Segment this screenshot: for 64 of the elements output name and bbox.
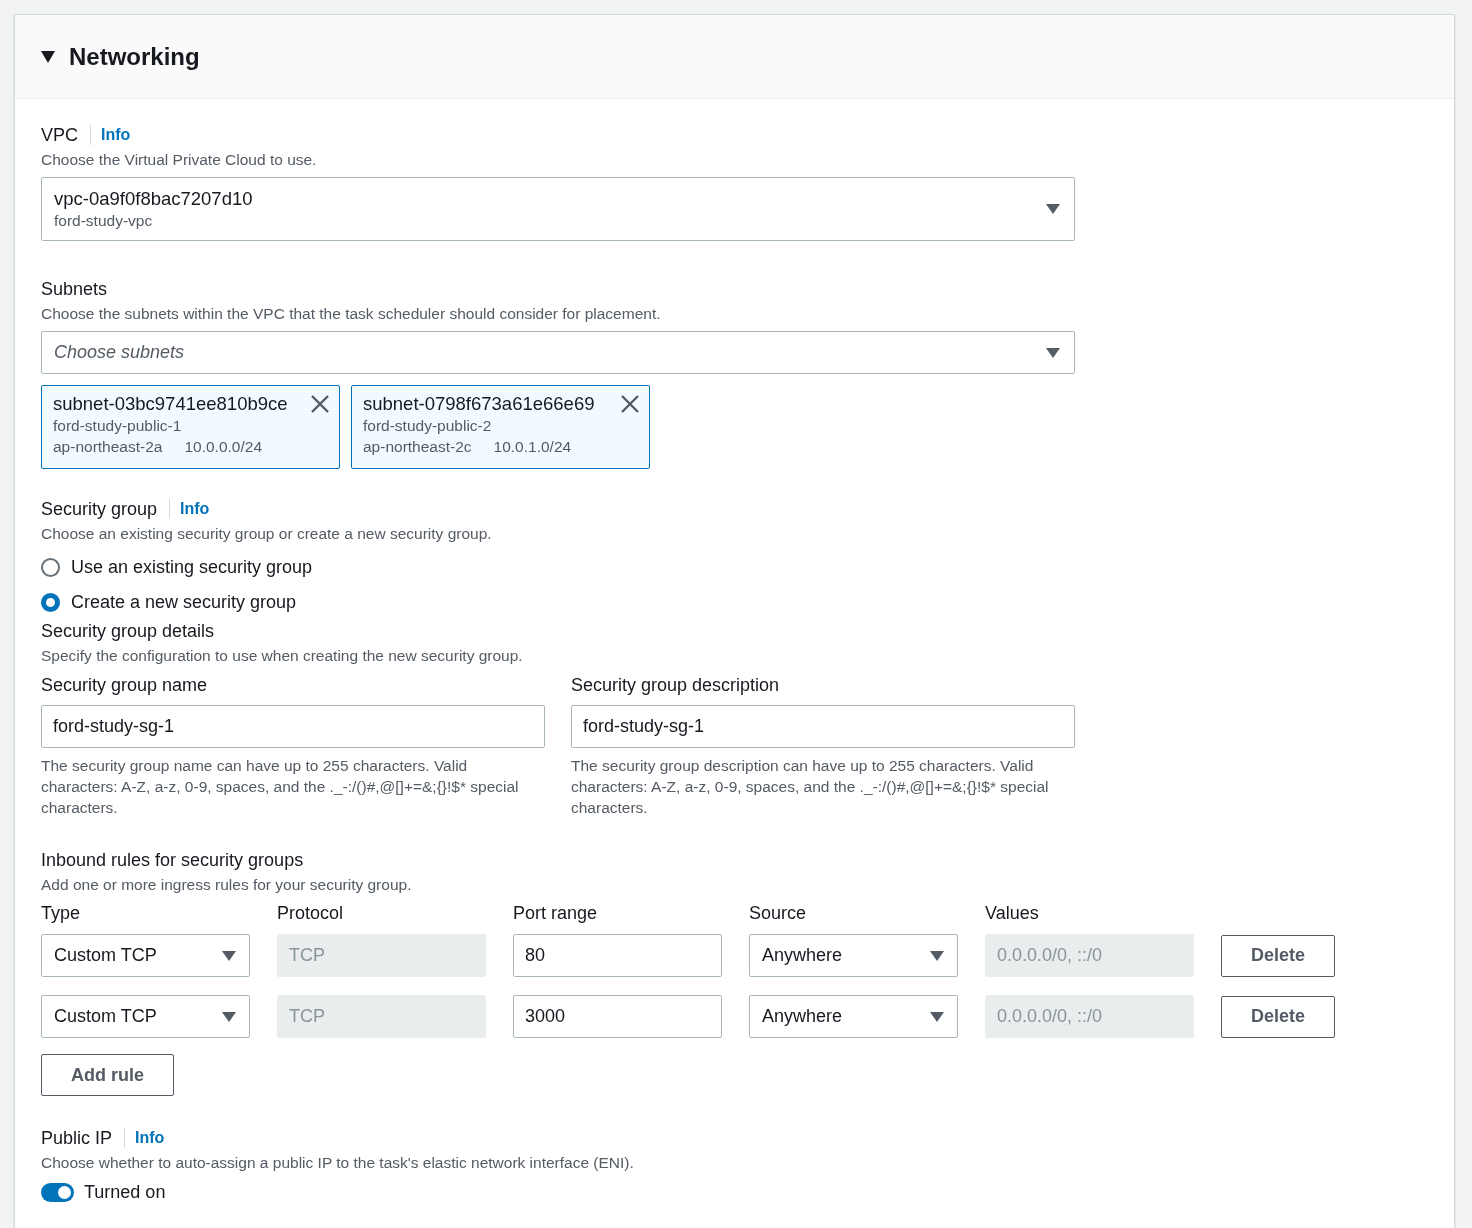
subnet-id: subnet-0798f673a61e66e69 — [363, 393, 595, 415]
radio-button[interactable] — [41, 592, 60, 612]
radio-label: Use an existing security group — [71, 556, 313, 578]
field-description: Specify the configuration to use when creating the new security group. — [41, 646, 524, 666]
port-range-input[interactable]: 3000 — [513, 995, 722, 1038]
field-description: Choose whether to auto-assign a public IP to the task's elastic network interface (ENI). — [41, 1153, 635, 1173]
expand-toggle[interactable] — [41, 50, 55, 63]
source-select[interactable]: Anywhere — [749, 995, 958, 1038]
close-icon — [311, 395, 329, 413]
column-header: Source — [749, 903, 808, 924]
radio-button[interactable] — [41, 557, 60, 577]
caret-down-icon — [930, 950, 944, 961]
type-select[interactable]: Custom TCP — [41, 934, 250, 977]
radio-label: Create a new security group — [71, 591, 297, 613]
column-header: Type — [41, 903, 82, 924]
field-description: Choose the Virtual Private Cloud to use. — [41, 150, 318, 170]
field-label: Security group — [41, 498, 158, 520]
subnet-zone: ap-northeast-2c — [363, 437, 472, 457]
info-link[interactable]: Info — [124, 1128, 165, 1148]
caret-down-icon — [222, 1011, 236, 1022]
caret-down-icon — [1046, 347, 1060, 358]
delete-button[interactable]: Delete — [1221, 934, 1335, 977]
text-input[interactable]: ford-study-sg-1 — [571, 705, 1075, 748]
subnet-cidr: 10.0.0.0/24 — [184, 437, 262, 457]
caret-down-icon — [930, 1011, 944, 1022]
vpc-select[interactable]: vpc-0a9f0f8bac7207d10 ford-study-vpc — [41, 177, 1075, 241]
subnet-name: ford-study-public-1 — [53, 416, 183, 436]
source-select[interactable]: Anywhere — [749, 934, 958, 977]
info-link[interactable]: Info — [90, 125, 131, 145]
caret-down-icon — [1046, 204, 1060, 214]
type-select[interactable]: Custom TCP — [41, 995, 250, 1038]
field-label: VPC — [41, 124, 78, 146]
column-header: Values — [985, 903, 1040, 924]
field-label: Security group name — [41, 675, 209, 696]
close-icon — [621, 395, 639, 413]
field-description: Choose the subnets within the VPC that the task scheduler should consider for placement. — [41, 304, 662, 324]
subnet-id: subnet-03bc9741ee810b9ce — [53, 393, 288, 415]
section-title: Networking — [69, 42, 200, 71]
add-rule-button[interactable]: Add rule — [41, 1054, 174, 1096]
field-hint: The security group name can have up to 255 characters. Valid characters: A-Z, a-z, 0-9, spaces, and the ._-:/()#,@[]+=&;{}!$* special characters. — [41, 756, 520, 818]
column-header: Protocol — [277, 903, 345, 924]
field-description: Add one or more ingress rules for your security group. — [41, 875, 413, 895]
remove-button[interactable] — [621, 395, 639, 413]
subnet-name: ford-study-public-2 — [363, 416, 493, 436]
caret-down-icon — [222, 950, 236, 961]
text-input[interactable]: ford-study-sg-1 — [41, 705, 545, 748]
toggle-label: Turned on — [84, 1182, 166, 1203]
delete-button[interactable]: Delete — [1221, 995, 1335, 1038]
port-range-input[interactable]: 80 — [513, 934, 722, 977]
field-label: Subnets — [41, 278, 108, 300]
column-header: Port range — [513, 903, 599, 924]
subnet-cidr: 10.0.1.0/24 — [493, 437, 572, 457]
field-description: Choose an existing security group or create a new security group. — [41, 524, 493, 544]
subnet-zone: ap-northeast-2a — [53, 437, 163, 457]
field-label: Public IP — [41, 1127, 113, 1149]
caret-icon — [41, 50, 55, 63]
field-label: Security group description — [571, 675, 781, 696]
info-link[interactable]: Info — [169, 499, 210, 519]
remove-button[interactable] — [311, 395, 329, 413]
subnets-select[interactable]: Choose subnets — [41, 331, 1075, 374]
field-hint: The security group description can have up to 255 characters. Valid characters: A-Z, a-z, 0-9, spaces, and the ._-:/()#,@[]+=&;{}!$* special characters. — [571, 756, 1050, 818]
details-title: Security group details — [41, 620, 215, 642]
toggle-switch[interactable] — [41, 1183, 74, 1202]
field-label: Inbound rules for security groups — [41, 849, 304, 871]
